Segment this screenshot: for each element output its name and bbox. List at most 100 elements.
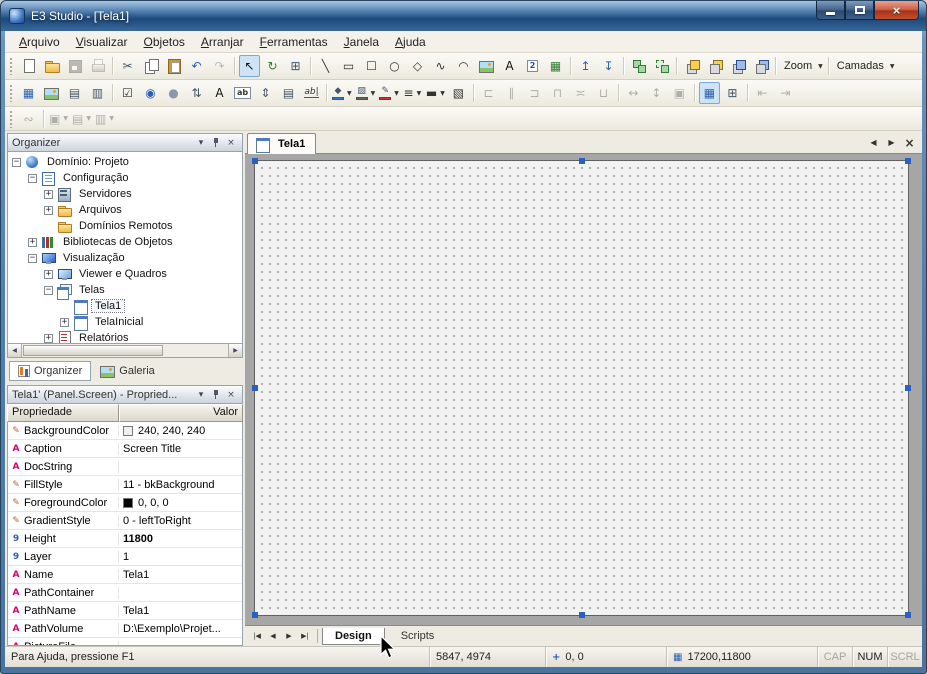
tree-item-telainicial[interactable]: +TelaInicial	[8, 314, 242, 330]
resize-handle-bottom[interactable]	[579, 612, 585, 618]
property-value[interactable]: Screen Title	[119, 443, 242, 455]
minimize-button[interactable]	[816, 1, 845, 20]
layers-dropdown[interactable]: Camadas▼	[833, 55, 896, 77]
menu-janela[interactable]: Janela	[336, 32, 387, 52]
menu-ajuda[interactable]: Ajuda	[387, 32, 434, 52]
doc-tab-scroll-left-button[interactable]: ◀	[866, 135, 881, 150]
editbox-tool[interactable]: ab	[232, 82, 253, 104]
property-row-name[interactable]: ANameTela1	[8, 566, 242, 584]
copy[interactable]	[140, 55, 161, 77]
properties-pin-button[interactable]	[209, 388, 223, 402]
line-color[interactable]: ✎▼	[378, 82, 400, 104]
property-value[interactable]: 0 - leftToRight	[119, 515, 242, 527]
tree-item-arquivos[interactable]: +Arquivos	[8, 202, 242, 218]
snap-to-grid[interactable]: ⊞	[722, 82, 743, 104]
scrollbar-thumb[interactable]	[23, 345, 163, 356]
new-file[interactable]	[18, 55, 39, 77]
arc-tool[interactable]: ◠	[453, 55, 474, 77]
paste[interactable]	[163, 55, 184, 77]
e3browser-tool[interactable]: ▦	[545, 55, 566, 77]
line-style[interactable]: ≡▼	[402, 82, 423, 104]
scroll-left-button[interactable]: ◀	[8, 344, 22, 357]
tab-scripts[interactable]: Scripts	[388, 628, 448, 645]
show-grid[interactable]: ▦	[699, 82, 720, 104]
tree-item-servidores[interactable]: +Servidores	[8, 186, 242, 202]
tree-item-relat-rios[interactable]: +Relatórios	[8, 330, 242, 344]
cut[interactable]: ✂	[117, 55, 138, 77]
roundrect-tool[interactable]: ☐	[361, 55, 382, 77]
slider-tool[interactable]: ⇅	[186, 82, 207, 104]
text-tool[interactable]: A	[499, 55, 520, 77]
polygon-tool[interactable]: ◇	[407, 55, 428, 77]
ellipse-tool[interactable]: ○	[384, 55, 405, 77]
tree-item-viewer-e-quadros[interactable]: +Viewer e Quadros	[8, 266, 242, 282]
titlebar[interactable]: E3 Studio - [Tela1] ×	[1, 1, 926, 31]
tree-expander-plus[interactable]: +	[44, 334, 53, 343]
space-down[interactable]: ⇥	[775, 82, 796, 104]
property-value[interactable]: 240, 240, 240	[119, 425, 242, 437]
toolbar-grip[interactable]	[9, 84, 13, 102]
scroll-right-button[interactable]: ▶	[228, 344, 242, 357]
property-value[interactable]: Tela1	[119, 569, 242, 581]
ungroup[interactable]	[651, 55, 672, 77]
resize-handle-right[interactable]	[905, 385, 911, 391]
properties-panel[interactable]: ▥	[87, 82, 108, 104]
send-to-back[interactable]	[704, 55, 725, 77]
menu-arquivo[interactable]: Arquivo	[11, 32, 68, 52]
resize-handle-bottom-right[interactable]	[905, 612, 911, 618]
property-row-caption[interactable]: ACaptionScreen Title	[8, 440, 242, 458]
doc-tab-tela1[interactable]: Tela1	[247, 133, 316, 154]
rect-tool[interactable]: ▭	[338, 55, 359, 77]
doc-close-button[interactable]: ×	[902, 135, 917, 150]
last-tab-button[interactable]: ▶|	[297, 628, 313, 644]
bring-to-front[interactable]	[681, 55, 702, 77]
resize-handle-left[interactable]	[252, 385, 258, 391]
property-row-layer[interactable]: 9Layer1	[8, 548, 242, 566]
property-row-fillstyle[interactable]: ✎FillStyle11 - bkBackground	[8, 476, 242, 494]
space-across[interactable]: ⇤	[752, 82, 773, 104]
align-top[interactable]: ⊓	[547, 82, 568, 104]
resize-handle-top[interactable]	[579, 158, 585, 164]
radio-tool[interactable]: ◉	[140, 82, 161, 104]
next-tab-button[interactable]: ▶	[281, 628, 297, 644]
organizer-close-button[interactable]: ×	[224, 136, 238, 150]
pick-tool[interactable]: ⊞	[285, 55, 306, 77]
maximize-button[interactable]	[845, 1, 874, 20]
toolbar-grip[interactable]	[9, 110, 13, 128]
tree-expander-minus[interactable]: −	[12, 158, 21, 167]
tree-item-bibliotecas-de-objetos[interactable]: +Bibliotecas de Objetos	[8, 234, 242, 250]
tab-organizer[interactable]: Organizer	[9, 361, 91, 381]
tree-item-dom-nios-remotos[interactable]: Domínios Remotos	[8, 218, 242, 234]
scale-tool[interactable]: ▤	[278, 82, 299, 104]
property-row-gradientstyle[interactable]: ✎GradientStyle0 - leftToRight	[8, 512, 242, 530]
layer-visibility[interactable]: ▤▼	[71, 108, 92, 130]
tree-item-visualiza-o[interactable]: −Visualização	[8, 250, 242, 266]
tree-horizontal-scrollbar[interactable]: ◀ ▶	[7, 344, 243, 358]
connection-order[interactable]: ↧	[598, 55, 619, 77]
resize-handle-top-right[interactable]	[905, 158, 911, 164]
fill-color[interactable]: ◆▼	[331, 82, 353, 104]
properties-close-button[interactable]: ×	[224, 388, 238, 402]
align-right[interactable]: ⊐	[524, 82, 545, 104]
organizer-pin-button[interactable]	[209, 136, 223, 150]
layer-move[interactable]: ▣▼	[48, 108, 69, 130]
property-value[interactable]: 1	[119, 551, 242, 563]
tab-design[interactable]: Design	[322, 628, 385, 645]
tree-expander-plus[interactable]: +	[44, 190, 53, 199]
property-row-backgroundcolor[interactable]: ✎BackgroundColor240, 240, 240	[8, 422, 242, 440]
tree-expander-minus[interactable]: −	[28, 174, 37, 183]
tree-expander-minus[interactable]: −	[28, 254, 37, 263]
design-canvas[interactable]	[254, 160, 909, 616]
scrollbar-track[interactable]	[22, 344, 228, 357]
property-row-height[interactable]: 9Height11800	[8, 530, 242, 548]
tree-expander-plus[interactable]: +	[44, 270, 53, 279]
tree-expander-minus[interactable]: −	[44, 286, 53, 295]
polyline-tool[interactable]: ∿	[430, 55, 451, 77]
group[interactable]	[628, 55, 649, 77]
close-window-button[interactable]: ×	[874, 1, 919, 20]
property-value[interactable]: Tela1	[119, 605, 242, 617]
property-row-foregroundcolor[interactable]: ✎ForegroundColor0, 0, 0	[8, 494, 242, 512]
prev-tab-button[interactable]: ◀	[265, 628, 281, 644]
textbox-tool[interactable]: ab|	[301, 82, 322, 104]
redo[interactable]: ↷	[209, 55, 230, 77]
